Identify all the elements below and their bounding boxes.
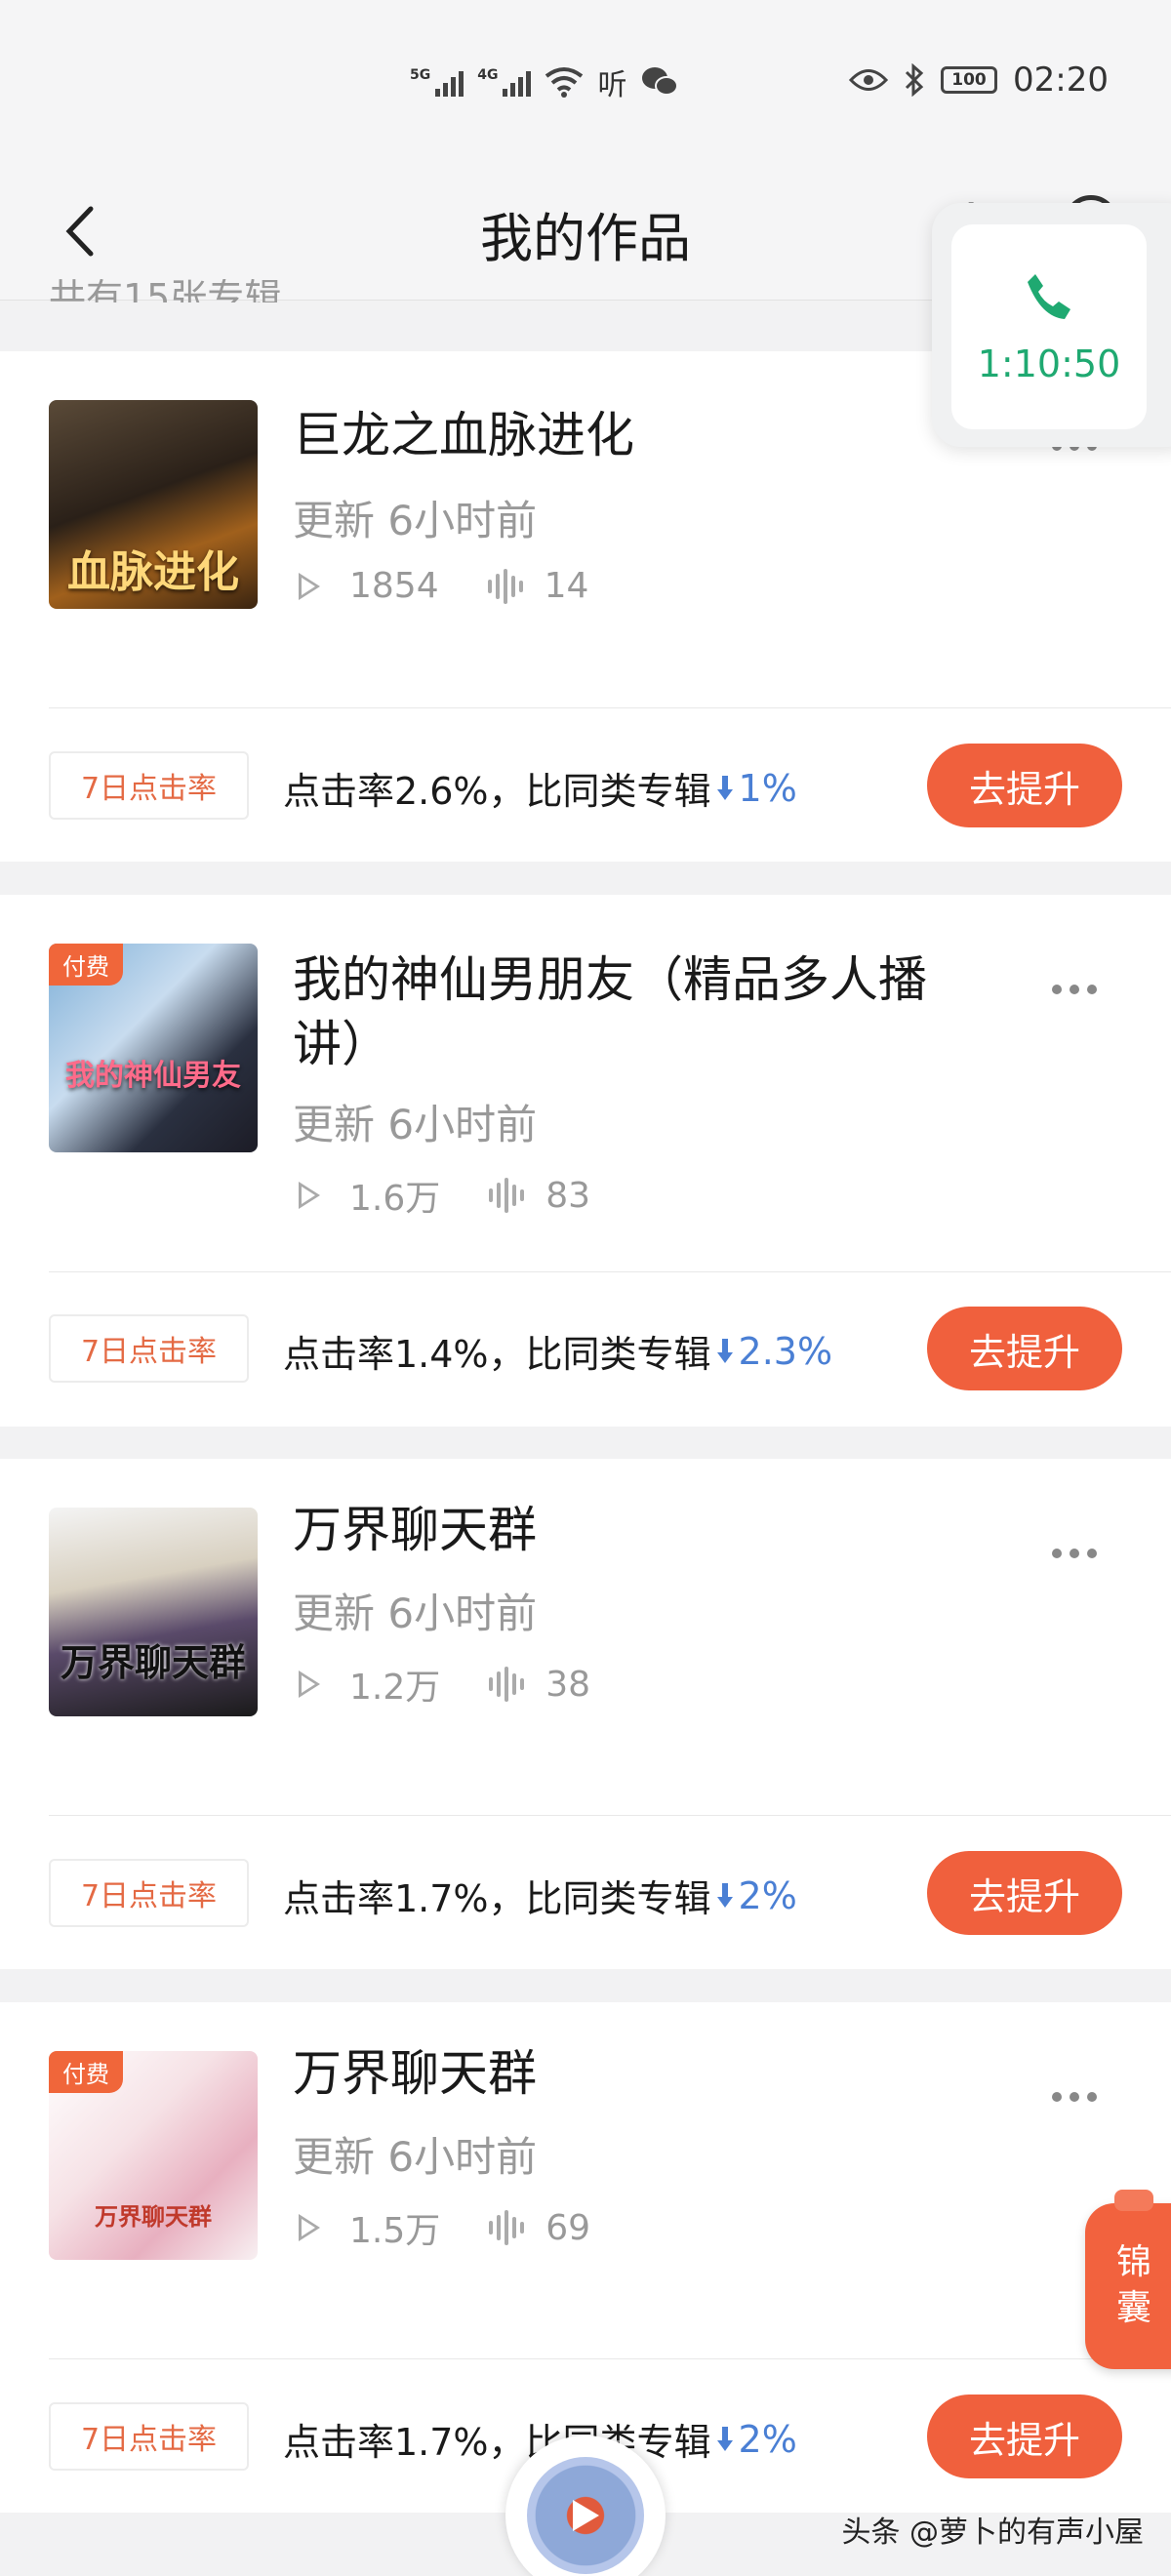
click-rate-summary: 点击率1.7%，比同类专辑 [283, 2421, 711, 2464]
improve-button[interactable]: 去提升 [927, 1307, 1122, 1390]
click-rate-delta-value: 2% [738, 1873, 797, 1917]
click-rate-delta: 2% [716, 1873, 797, 1917]
status-time: 02:20 [1013, 60, 1109, 100]
track-count: 69 [545, 2207, 591, 2248]
wechat-icon [642, 67, 679, 96]
tips-widget-line-1: 锦 [1115, 2242, 1151, 2283]
album-cover-text: 我的神仙男友 [65, 1059, 241, 1093]
more-options-button[interactable] [1052, 2092, 1097, 2102]
paid-badge: 付费 [49, 2051, 123, 2093]
cellular-signal-icon: 5G [410, 67, 464, 97]
album-stats: 1.5万 69 [299, 2202, 590, 2253]
album-update-time: 更新 6小时前 [293, 2133, 538, 2181]
more-options-button[interactable] [1052, 1549, 1097, 1558]
click-rate-badge: 7日点击率 [49, 1314, 249, 1383]
paid-badge: 付费 [49, 944, 123, 986]
improve-button[interactable]: 去提升 [927, 744, 1122, 827]
click-rate-badge: 7日点击率 [49, 2402, 249, 2471]
improve-button[interactable]: 去提升 [927, 1851, 1122, 1935]
album-card[interactable]: 付费 我的神仙男友 我的神仙男朋友（精品多人播讲） 更新 6小时前 1.6万 8… [0, 895, 1171, 1427]
play-count-icon [299, 2214, 320, 2241]
call-widget-inner: 1:10:50 [951, 224, 1147, 429]
album-stats: 1.2万 38 [299, 1659, 590, 1710]
call-duration: 1:10:50 [977, 342, 1121, 385]
player-cover-icon [527, 2457, 644, 2574]
track-count: 14 [544, 566, 589, 606]
album-update-time: 更新 6小时前 [293, 1590, 538, 1637]
arrow-down-icon [716, 2425, 733, 2454]
click-rate-text: 点击率2.6%，比同类专辑 1% [283, 761, 797, 815]
battery-icon: 100 [941, 66, 998, 94]
play-count-icon [299, 1182, 320, 1209]
album-cover: 万界聊天群 [49, 1508, 258, 1716]
status-bar: 5G 4G 听 100 02:20 [0, 0, 1171, 166]
track-count: 83 [545, 1175, 591, 1216]
status-bar-right: 100 02:20 [849, 60, 1109, 100]
card-divider [49, 2358, 1171, 2359]
track-count-icon [489, 1178, 525, 1213]
status-bar-left: 5G 4G 听 [410, 60, 679, 103]
card-divider [49, 1815, 1171, 1816]
play-count: 1854 [349, 566, 439, 606]
album-update-time: 更新 6小时前 [293, 497, 538, 544]
album-stats: 1854 14 [299, 566, 588, 606]
click-rate-delta-value: 2.3% [738, 1329, 833, 1373]
album-title: 万界聊天群 [293, 1502, 537, 1558]
album-cover-text: 血脉进化 [67, 547, 239, 597]
album-stats: 1.6万 83 [299, 1170, 590, 1221]
card-divider [49, 1271, 1171, 1272]
play-count: 1.2万 [349, 1668, 441, 1708]
album-title: 万界聊天群 [293, 2045, 537, 2102]
wifi-icon [545, 67, 584, 98]
click-rate-delta-value: 2% [738, 2417, 797, 2461]
arrow-down-icon [716, 774, 733, 803]
track-count-icon [489, 1667, 525, 1702]
phone-icon [1028, 274, 1070, 319]
track-count-icon [489, 2210, 525, 2245]
album-title: 巨龙之血脉进化 [293, 407, 634, 463]
play-count-icon [299, 1670, 320, 1698]
improve-button[interactable]: 去提升 [927, 2395, 1122, 2478]
bluetooth-icon [905, 63, 924, 97]
click-rate-delta: 2% [716, 2417, 797, 2461]
eye-icon [849, 69, 889, 91]
album-cover-text: 万界聊天群 [60, 1641, 246, 1684]
app-notification-icon: 听 [597, 68, 627, 102]
watermark: 头条 @萝卜的有声小屋 [841, 2516, 1144, 2550]
album-cover: 血脉进化 [49, 400, 258, 609]
click-rate-summary: 点击率2.6%，比同类专辑 [283, 770, 711, 813]
play-count-icon [299, 572, 320, 600]
click-rate-delta: 1% [716, 766, 797, 810]
track-count: 38 [545, 1664, 591, 1705]
card-divider [49, 707, 1171, 708]
click-rate-summary: 点击率1.4%，比同类专辑 [283, 1333, 711, 1376]
arrow-down-icon [716, 1337, 733, 1366]
album-cover-text: 万界聊天群 [95, 2203, 212, 2231]
play-count: 1.5万 [349, 2211, 441, 2251]
click-rate-delta-value: 1% [738, 766, 797, 810]
album-title: 我的神仙男朋友（精品多人播讲） [293, 951, 927, 1072]
click-rate-summary: 点击率1.7%，比同类专辑 [283, 1877, 711, 1920]
click-rate-text: 点击率1.7%，比同类专辑 2% [283, 1869, 797, 1922]
more-options-button[interactable] [1052, 985, 1097, 994]
album-card[interactable]: 万界聊天群 万界聊天群 更新 6小时前 1.2万 38 7日点击率 点击率1.7… [0, 1459, 1171, 1969]
play-count: 1.6万 [349, 1179, 441, 1219]
tips-widget-line-2: 囊 [1115, 2288, 1151, 2328]
arrow-down-icon [716, 1881, 733, 1911]
album-count-text: 共有15张专辑 [49, 279, 282, 302]
click-rate-badge: 7日点击率 [49, 1859, 249, 1927]
play-icon [573, 2500, 599, 2531]
tips-side-widget[interactable]: 锦 囊 [1085, 2190, 1171, 2369]
cellular-signal-icon-2: 4G [477, 67, 532, 97]
album-cover: 付费 我的神仙男友 [49, 944, 258, 1152]
album-cover: 付费 万界聊天群 [49, 2051, 258, 2260]
click-rate-delta: 2.3% [716, 1329, 833, 1373]
album-update-time: 更新 6小时前 [293, 1101, 538, 1148]
click-rate-text: 点击率1.4%，比同类专辑 2.3% [283, 1324, 832, 1378]
click-rate-badge: 7日点击率 [49, 751, 249, 820]
call-floating-widget[interactable]: 1:10:50 [932, 203, 1171, 447]
track-count-icon [487, 568, 523, 604]
